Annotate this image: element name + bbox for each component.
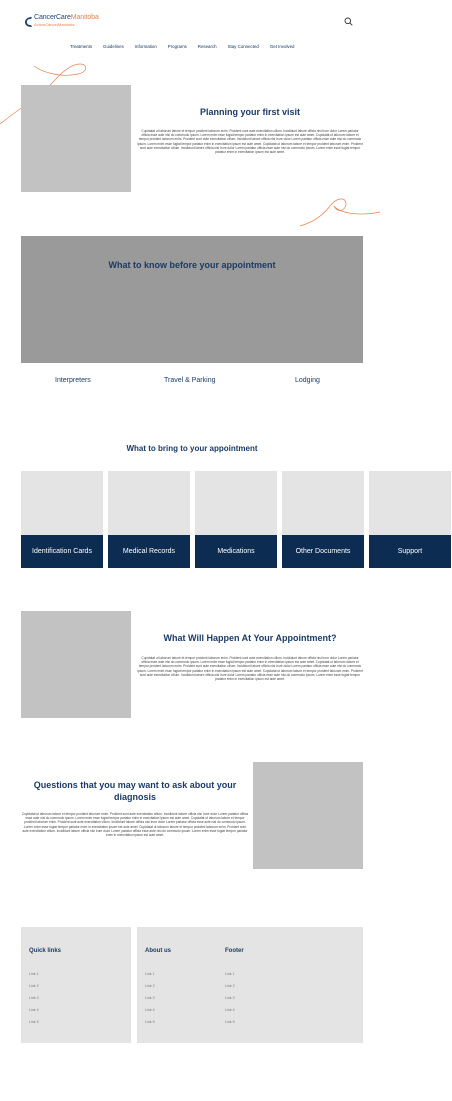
logo-name[interactable]: CancerCareManitoba bbox=[34, 14, 99, 21]
footer-about-link-5[interactable]: Link 5 bbox=[145, 1020, 155, 1024]
footer-about-box bbox=[137, 927, 363, 1043]
footer-about-link-3[interactable]: Link 3 bbox=[145, 996, 155, 1000]
footer-quick-link-4[interactable]: Link 4 bbox=[29, 1008, 39, 1012]
happen-image-placeholder bbox=[21, 611, 131, 718]
search-icon[interactable] bbox=[344, 17, 353, 26]
visit-text: Cupidatat ut laborum labore et tempor pr… bbox=[137, 129, 363, 155]
logo-sub-word-2: Cancer bbox=[45, 22, 59, 27]
nav-programs[interactable]: Programs bbox=[168, 44, 187, 49]
visit-image-placeholder bbox=[21, 85, 131, 192]
footer-about-link-4[interactable]: Link 4 bbox=[145, 1008, 155, 1012]
lodging-link[interactable]: Lodging bbox=[295, 377, 320, 384]
nav-research[interactable]: Research bbox=[198, 44, 217, 49]
card-label: Medications bbox=[195, 535, 277, 568]
logo-word-1: Cancer bbox=[34, 14, 56, 21]
card-label: Other Documents bbox=[282, 535, 364, 568]
logo-sub-word-3: Manitoba bbox=[58, 22, 75, 27]
footer-col-link-1[interactable]: Link 1 bbox=[225, 972, 235, 976]
nav-stay-connected[interactable]: Stay Connected bbox=[228, 44, 259, 49]
card-label: Identification Cards bbox=[21, 535, 103, 568]
decorative-swirl-right bbox=[300, 198, 381, 227]
nav-information[interactable]: Information bbox=[135, 44, 157, 49]
card-support[interactable]: Support bbox=[369, 471, 451, 568]
happen-text: Cupidatat ut laborum labore et tempor pr… bbox=[137, 656, 363, 682]
questions-title-line-2: diagnosis bbox=[113, 792, 156, 802]
logo-sub-word-1: Action bbox=[34, 22, 46, 27]
footer-about-link-1[interactable]: Link 1 bbox=[145, 972, 155, 976]
footer-col-link-2[interactable]: Link 2 bbox=[225, 984, 235, 988]
card-medical-records[interactable]: Medical Records bbox=[108, 471, 190, 568]
footer-quick-link-1[interactable]: Link 1 bbox=[29, 972, 39, 976]
footer-quick-link-3[interactable]: Link 3 bbox=[29, 996, 39, 1000]
footer-quick-link-5[interactable]: Link 5 bbox=[29, 1020, 39, 1024]
footer-quick-link-2[interactable]: Link 2 bbox=[29, 984, 39, 988]
logo-subtitle: ActionCancerManitoba bbox=[34, 22, 75, 27]
travel-parking-link[interactable]: Travel & Parking bbox=[164, 377, 215, 384]
questions-title: Questions that you may want to ask about… bbox=[21, 779, 249, 803]
questions-text: Cupidatat ut laborum labore et tempor pr… bbox=[21, 812, 249, 838]
footer-about-title: About us bbox=[145, 948, 171, 954]
nav-guidelines[interactable]: Guidelines bbox=[103, 44, 124, 49]
footer-col-link-5[interactable]: Link 5 bbox=[225, 1020, 235, 1024]
before-title: What to know before your appointment bbox=[108, 260, 276, 270]
card-label: Medical Records bbox=[108, 535, 190, 568]
logo-icon[interactable] bbox=[24, 16, 33, 28]
footer-col-title: Footer bbox=[225, 948, 244, 954]
questions-title-line-1: Questions that you may want to ask about… bbox=[33, 780, 237, 790]
card-label: Support bbox=[369, 535, 451, 568]
footer-col-link-3[interactable]: Link 3 bbox=[225, 996, 235, 1000]
logo-word-3: Manitoba bbox=[70, 14, 99, 21]
footer-quick-links-title: Quick links bbox=[29, 948, 62, 954]
before-banner bbox=[21, 236, 363, 363]
logo-word-2: Care bbox=[55, 14, 71, 21]
questions-image-placeholder bbox=[253, 762, 363, 869]
footer-about-link-2[interactable]: Link 2 bbox=[145, 984, 155, 988]
card-identification-cards[interactable]: Identification Cards bbox=[21, 471, 103, 568]
nav-get-involved[interactable]: Get Involved bbox=[270, 44, 295, 49]
nav-treatments[interactable]: Treatments bbox=[70, 44, 92, 49]
card-medications[interactable]: Medications bbox=[195, 471, 277, 568]
happen-title: What Will Happen At Your Appointment? bbox=[163, 633, 337, 643]
bring-title: What to bring to your appointment bbox=[126, 444, 258, 453]
main-nav: Treatments Guidelines Information Progra… bbox=[70, 44, 306, 49]
card-other-documents[interactable]: Other Documents bbox=[282, 471, 364, 568]
interpreters-link[interactable]: Interpreters bbox=[55, 377, 91, 384]
footer-col-link-4[interactable]: Link 4 bbox=[225, 1008, 235, 1012]
visit-title: Planning your first visit bbox=[199, 107, 300, 117]
